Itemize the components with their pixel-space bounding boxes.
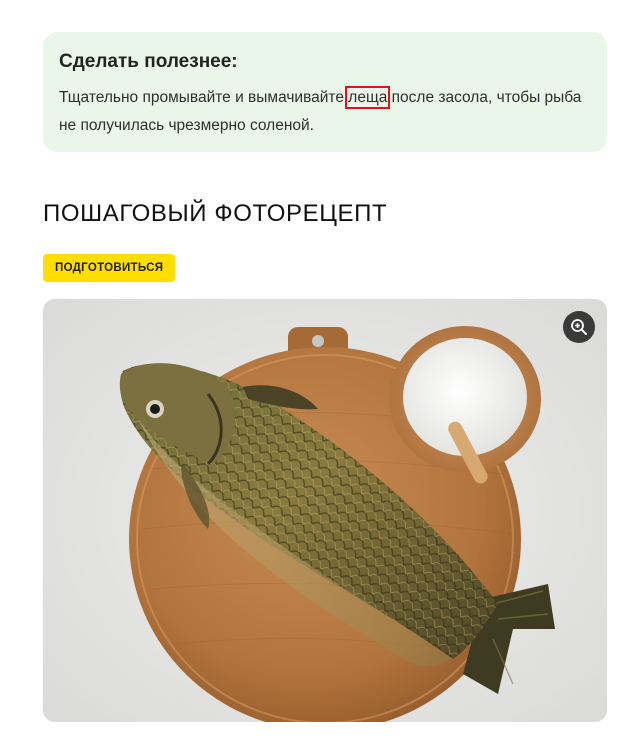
tip-text-before: Тщательно промывайте и вымачивайте bbox=[59, 89, 349, 106]
tip-title: Сделать полезнее: bbox=[59, 51, 238, 72]
tip-text: Тщательно промывайте и вымачивайте леща … bbox=[59, 84, 591, 140]
zoom-in-button[interactable] bbox=[563, 311, 595, 343]
highlighted-word: леща bbox=[345, 86, 391, 109]
section-title: ПОШАГОВЫЙ ФОТОРЕЦЕПТ bbox=[43, 200, 388, 227]
recipe-photo bbox=[43, 299, 607, 722]
zoom-in-icon bbox=[571, 319, 587, 335]
prepare-button[interactable]: ПОДГОТОВИТЬСЯ bbox=[43, 254, 176, 282]
healthy-tip-box: Сделать полезнее: Тщательно промывайте и… bbox=[43, 32, 607, 152]
